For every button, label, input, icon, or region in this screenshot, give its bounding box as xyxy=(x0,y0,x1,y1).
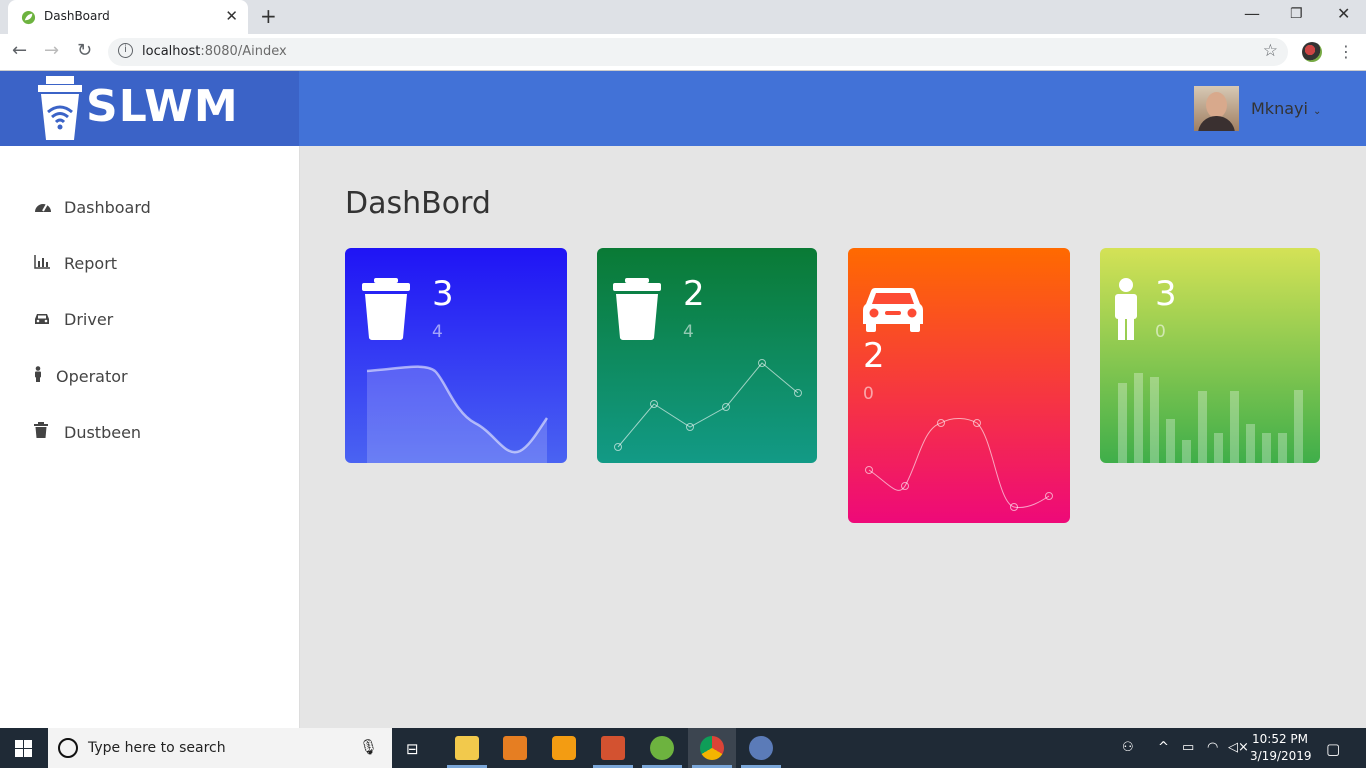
profile-avatar-icon[interactable] xyxy=(1302,42,1322,62)
windows-start-icon[interactable] xyxy=(15,740,32,757)
car-icon xyxy=(863,288,923,332)
windows-taskbar: Type here to search 🎙 ⊟ ⚇ ^ ▭ ◠ ◁× 10:52… xyxy=(0,728,1366,768)
people-icon[interactable]: ⚇ xyxy=(1122,740,1134,755)
stat-sub-value: 4 xyxy=(683,322,694,342)
cortana-icon xyxy=(58,738,78,758)
male-icon xyxy=(1115,278,1137,340)
clock-date: 3/19/2019 xyxy=(1250,749,1312,763)
url-text: localhost:8080/Aindex xyxy=(142,44,287,59)
stat-card-drivers[interactable]: 2 0 xyxy=(848,248,1070,523)
clock-time: 10:52 PM xyxy=(1252,732,1308,746)
minimize-button[interactable]: — xyxy=(1244,4,1260,23)
tab-close-icon[interactable]: ✕ xyxy=(225,7,238,25)
wifi-icon[interactable]: ◠ xyxy=(1207,740,1218,755)
chrome-icon[interactable] xyxy=(700,736,724,760)
sublime-text-icon[interactable] xyxy=(552,736,576,760)
car-icon xyxy=(34,311,64,329)
powerpoint-icon[interactable] xyxy=(601,736,625,760)
area-sparkline xyxy=(366,365,549,463)
mysql-dolphin-icon[interactable] xyxy=(749,736,773,760)
url-input[interactable]: i localhost:8080/Aindex ☆ xyxy=(108,38,1288,66)
stat-value: 3 xyxy=(1155,274,1177,314)
app: SLWM Mknayi ⌄ Dashboard Report Driver Op… xyxy=(0,71,1366,728)
restore-button[interactable]: ❐ xyxy=(1290,6,1303,22)
address-bar-row: ← → ↻ i localhost:8080/Aindex ☆ ⋮ xyxy=(0,34,1366,71)
browser-tab-strip: DashBoard ✕ + — ❐ ✕ xyxy=(0,0,1366,34)
stat-sub-value: 4 xyxy=(432,322,443,342)
microphone-icon[interactable]: 🎙 xyxy=(359,738,378,756)
trash-icon xyxy=(613,278,661,340)
curve-sparkline xyxy=(865,418,1053,511)
user-avatar[interactable] xyxy=(1194,86,1239,131)
forward-button[interactable]: → xyxy=(44,40,59,61)
browser-menu-icon[interactable]: ⋮ xyxy=(1338,42,1354,61)
stat-sub-value: 0 xyxy=(1155,322,1166,342)
show-hidden-icons-icon[interactable]: ^ xyxy=(1158,740,1169,755)
close-window-button[interactable]: ✕ xyxy=(1337,4,1350,23)
main-content: DashBord 3 4 2 4 2 0 3 0 xyxy=(300,146,1366,728)
stat-card-dustbins[interactable]: 3 4 xyxy=(345,248,567,463)
trash-icon xyxy=(362,278,410,340)
stat-value: 3 xyxy=(432,274,454,314)
stat-value: 2 xyxy=(683,274,705,314)
trash-icon xyxy=(34,422,64,442)
user-menu[interactable]: Mknayi ⌄ xyxy=(1251,99,1321,118)
bookmark-star-icon[interactable]: ☆ xyxy=(1263,41,1278,61)
sidebar: Dashboard Report Driver Operator Dustbee… xyxy=(0,146,300,728)
stat-value: 2 xyxy=(863,336,885,376)
search-placeholder: Type here to search xyxy=(88,740,226,756)
spring-tool-suite-icon[interactable] xyxy=(650,736,674,760)
office-app-icon[interactable] xyxy=(503,736,527,760)
sidebar-item-dustbeen[interactable]: Dustbeen xyxy=(34,422,141,442)
sidebar-item-driver[interactable]: Driver xyxy=(34,310,113,329)
wifi-bin-logo-icon xyxy=(38,76,82,140)
spring-leaf-icon xyxy=(21,10,36,25)
brand-logo[interactable]: SLWM xyxy=(0,71,299,146)
chevron-down-icon: ⌄ xyxy=(1313,106,1322,117)
system-clock[interactable]: 10:52 PM 3/19/2019 xyxy=(1250,731,1312,765)
sidebar-item-report[interactable]: Report xyxy=(34,254,117,273)
taskbar-search-input[interactable]: Type here to search 🎙 xyxy=(48,728,392,768)
bar-chart-icon xyxy=(34,255,64,273)
task-view-icon[interactable]: ⊟ xyxy=(406,740,419,758)
stat-sub-value: 0 xyxy=(863,384,874,404)
volume-muted-icon[interactable]: ◁× xyxy=(1228,740,1249,755)
sidebar-item-dashboard[interactable]: Dashboard xyxy=(34,198,151,217)
info-icon[interactable]: i xyxy=(118,43,133,58)
bar-sparkline xyxy=(1118,373,1303,463)
tachometer-icon xyxy=(34,199,64,217)
tab-title: DashBoard xyxy=(44,9,110,23)
file-explorer-icon[interactable] xyxy=(455,736,479,760)
brand-name: SLWM xyxy=(86,81,239,132)
browser-tab[interactable]: DashBoard ✕ xyxy=(8,0,248,34)
action-center-icon[interactable]: ▢ xyxy=(1326,740,1340,758)
stat-card-dustbins-2[interactable]: 2 4 xyxy=(597,248,817,463)
back-button[interactable]: ← xyxy=(12,40,27,61)
reload-button[interactable]: ↻ xyxy=(77,40,92,61)
page-title: DashBord xyxy=(345,186,491,221)
top-navbar: Mknayi ⌄ xyxy=(299,71,1366,146)
line-sparkline xyxy=(614,359,802,451)
male-icon xyxy=(34,366,56,386)
sidebar-item-operator[interactable]: Operator xyxy=(34,366,128,386)
battery-icon[interactable]: ▭ xyxy=(1182,740,1194,755)
new-tab-button[interactable]: + xyxy=(260,4,277,28)
stat-card-operators[interactable]: 3 0 xyxy=(1100,248,1320,463)
